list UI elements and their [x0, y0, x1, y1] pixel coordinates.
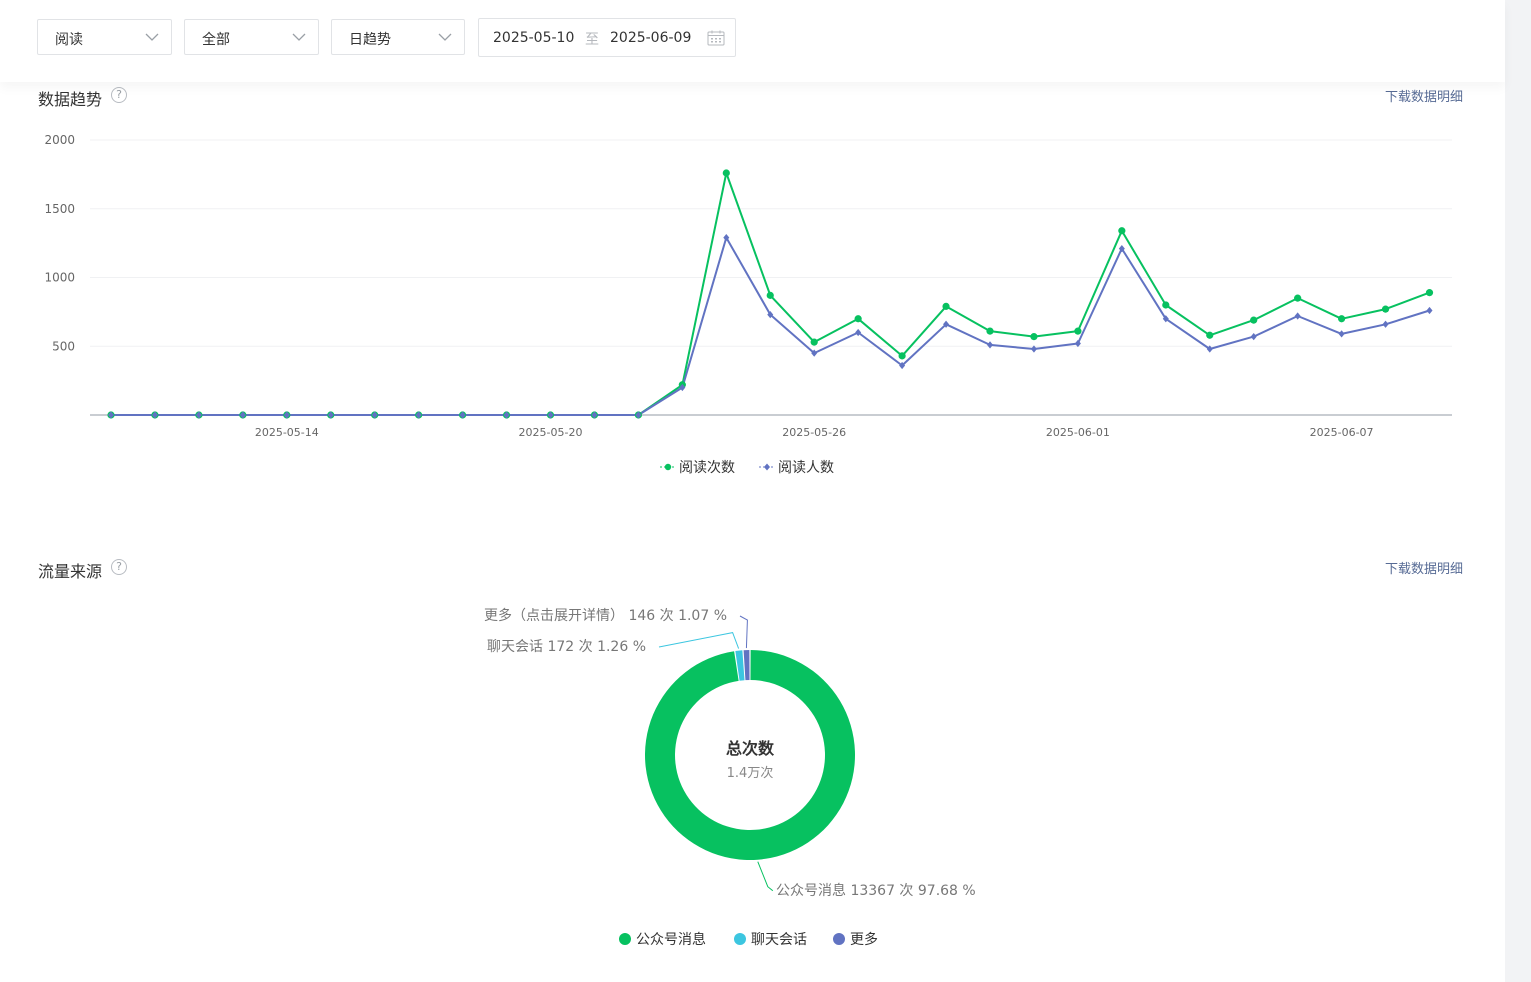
data-point: [1074, 327, 1082, 335]
legend-label: 阅读人数: [778, 460, 834, 476]
metric-select[interactable]: 阅读: [37, 19, 172, 55]
x-tick-label: 2025-05-14: [255, 426, 319, 439]
traffic-section-title: 流量来源: [38, 562, 103, 581]
slice-label: 更多（点击展开详情） 146 次 1.07 %: [484, 607, 727, 624]
metric-select-value: 阅读: [55, 32, 83, 48]
legend-item-more[interactable]: 更多: [833, 929, 878, 949]
chevron-down-icon: [145, 33, 159, 41]
legend-dot-icon: [660, 463, 676, 471]
data-point: [1294, 294, 1302, 302]
data-point: [1338, 315, 1346, 323]
calendar-icon[interactable]: [707, 30, 725, 46]
date-separator: 至: [585, 32, 599, 48]
legend-label: 阅读次数: [679, 460, 735, 476]
y-tick-label: 1500: [44, 202, 75, 216]
legend-item-official-msg[interactable]: 公众号消息: [619, 929, 706, 949]
slice-label: 聊天会话 172 次 1.26 %: [487, 639, 646, 655]
data-point: [1294, 312, 1301, 320]
scrollbar-track[interactable]: [1505, 0, 1531, 982]
x-tick-label: 2025-05-20: [519, 426, 583, 439]
donut-slice: [743, 650, 750, 681]
legend-item-chat[interactable]: 聊天会话: [734, 929, 807, 949]
legend-item-reader-count[interactable]: 阅读人数: [759, 457, 834, 477]
data-point: [766, 291, 774, 299]
legend-dot-icon: [759, 463, 775, 471]
data-point: [1206, 331, 1214, 339]
date-start[interactable]: 2025-05-10: [493, 30, 574, 46]
donut-center-value: 1.4万次: [727, 765, 774, 781]
label-leader-line: [658, 632, 740, 649]
trend-line-chart: 500 1000 1500 2000 2025-05-14 2025-05-20 2025-…: [44, 133, 1452, 439]
chevron-down-icon: [438, 33, 452, 41]
data-point: [854, 315, 862, 323]
traffic-download-link[interactable]: 下载数据明细: [1385, 558, 1463, 577]
y-tick-label: 500: [52, 339, 75, 353]
x-tick-label: 2025-05-26: [782, 426, 846, 439]
data-point: [986, 327, 994, 335]
help-icon[interactable]: ?: [111, 87, 127, 103]
filter-bar: 阅读 全部 日趋势 2025-05-10 至 2025-06-09: [0, 0, 1505, 82]
data-point: [898, 352, 906, 360]
scope-select-value: 全部: [202, 32, 230, 48]
slice-label: 公众号消息 13367 次 97.68 %: [776, 882, 976, 899]
y-tick-label: 2000: [44, 133, 75, 147]
data-point: [942, 302, 950, 310]
data-point: [1338, 330, 1345, 338]
data-point: [810, 338, 818, 346]
traffic-donut-chart: 总次数 1.4万次公众号消息 13367 次 97.68 % 聊天会话 172 次 …: [484, 607, 976, 899]
x-tick-label: 2025-06-01: [1046, 426, 1110, 439]
donut-center-title: 总次数: [726, 739, 775, 758]
label-leader-line: [757, 861, 774, 892]
legend-dot-icon: [734, 933, 746, 945]
legend-item-read-count[interactable]: 阅读次数: [660, 457, 735, 477]
legend-label: 聊天会话: [751, 932, 807, 948]
label-leader-line: [739, 615, 748, 649]
scope-select[interactable]: 全部: [184, 19, 319, 55]
data-point: [1426, 306, 1433, 315]
data-point: [1030, 333, 1038, 341]
legend-label: 更多: [850, 932, 878, 948]
chevron-down-icon: [292, 33, 306, 41]
data-point: [722, 169, 730, 177]
legend-dot-icon: [833, 933, 845, 945]
legend-label: 公众号消息: [636, 932, 706, 948]
data-point: [1162, 301, 1170, 309]
x-tick-label: 2025-06-07: [1310, 426, 1374, 439]
data-point: [1425, 289, 1434, 297]
trend-section-title: 数据趋势: [38, 90, 103, 109]
trend-download-link[interactable]: 下载数据明细: [1385, 86, 1463, 105]
legend-dot-icon: [619, 933, 631, 945]
help-icon[interactable]: ?: [111, 559, 127, 575]
date-end[interactable]: 2025-06-09: [610, 30, 691, 46]
granularity-select-value: 日趋势: [349, 32, 391, 48]
data-point: [1382, 320, 1389, 328]
data-point: [1250, 316, 1258, 324]
data-point: [1118, 227, 1126, 235]
data-point: [1381, 305, 1390, 313]
granularity-select[interactable]: 日趋势: [331, 19, 465, 55]
series-line: [111, 236, 1430, 416]
data-point: [1250, 333, 1257, 341]
y-tick-label: 1000: [44, 271, 75, 285]
data-point: [987, 341, 993, 349]
date-range-picker[interactable]: 2025-05-10 至 2025-06-09: [478, 18, 736, 57]
